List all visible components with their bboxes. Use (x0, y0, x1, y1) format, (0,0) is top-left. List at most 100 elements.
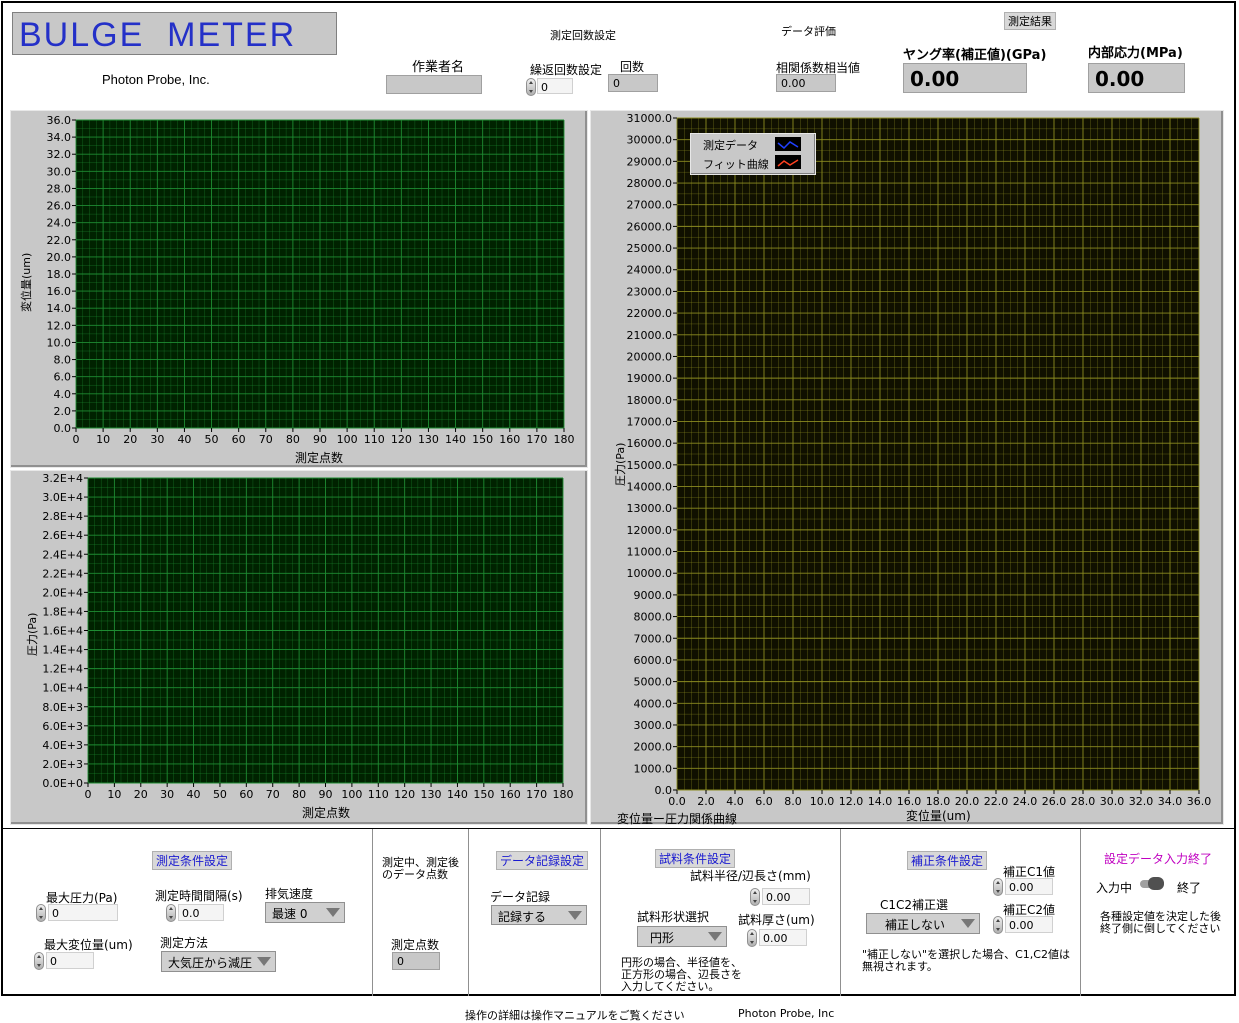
dropdown-arrow-icon (568, 911, 582, 920)
points-label: 測定点数 (391, 938, 440, 952)
relation-graph-legend: 測定データ フィット曲線 (690, 133, 816, 175)
y-tick-label: 13000.0 (627, 502, 673, 515)
max-disp-input[interactable]: 0 (46, 952, 94, 969)
y-tick-label: 1000.0 (634, 762, 673, 775)
y-tick-label: 31000.0 (627, 112, 673, 125)
correction-note: "補正しない"を選択した場合、C1,C2値は無視されます。 (862, 948, 1070, 973)
x-tick-label: 160 (499, 433, 520, 446)
dropdown-arrow-icon (257, 957, 271, 966)
separator (600, 829, 601, 996)
x-tick-label: 170 (526, 433, 547, 446)
data-record-label: データ記録 (490, 890, 551, 904)
y-tick-label: 14.0 (47, 302, 72, 315)
x-tick-label: 30.0 (1100, 795, 1125, 808)
max-pressure-spinner-icon[interactable] (36, 904, 46, 922)
y-tick-label: 2.2E+4 (42, 567, 83, 580)
y-tick-label: 10000.0 (627, 567, 673, 580)
shape-select[interactable]: 円形 (637, 926, 727, 947)
y-tick-label: 26000.0 (627, 220, 673, 233)
x-tick-label: 140 (445, 433, 466, 446)
x-tick-label: 24.0 (1013, 795, 1038, 808)
toggle-knob (1148, 877, 1164, 890)
x-tick-label: 36.0 (1187, 795, 1212, 808)
y-tick-label: 24000.0 (627, 264, 673, 277)
x-tick-label: 60 (232, 433, 246, 446)
interval-input[interactable]: 0.0 (178, 904, 224, 921)
repeat-section-label: 測定回数設定 (550, 29, 616, 42)
y-tick-label: 24.0 (47, 217, 72, 230)
data-record-title: データ記録設定 (496, 851, 589, 870)
c1-input[interactable]: 0.00 (1005, 878, 1053, 895)
x-tick-label: 120 (391, 433, 412, 446)
y-tick-label: 28000.0 (627, 177, 673, 190)
shape-label: 試料形状選択 (637, 910, 710, 924)
thickness-spinner-icon[interactable] (747, 929, 757, 947)
x-tick-label: 90 (313, 433, 327, 446)
interval-spinner-icon[interactable] (166, 904, 176, 922)
x-tick-label: 170 (526, 788, 547, 801)
x-tick-label: 180 (553, 788, 574, 801)
displacement-graph-ylabel: 変位量(um) (20, 252, 33, 312)
y-tick-label: 14000.0 (627, 481, 673, 494)
y-tick-label: 0.0 (54, 422, 72, 435)
y-tick-label: 3.2E+4 (42, 472, 83, 485)
repeat-spinner-icon[interactable] (526, 78, 536, 96)
x-tick-label: 0.0 (668, 795, 686, 808)
count-label: 回数 (620, 60, 645, 74)
finish-toggle-switch[interactable] (1138, 877, 1166, 891)
x-tick-label: 90 (319, 788, 333, 801)
c2-spinner-icon[interactable] (993, 916, 1003, 934)
x-tick-label: 10 (96, 433, 110, 446)
dropdown-arrow-icon (708, 932, 722, 941)
y-tick-label: 5000.0 (634, 676, 673, 689)
separator (468, 829, 469, 996)
x-tick-label: 28.0 (1071, 795, 1096, 808)
legend-measured-label: 測定データ (703, 139, 758, 152)
separator (1080, 829, 1081, 996)
y-tick-label: 1.4E+4 (42, 644, 83, 657)
y-tick-label: 25000.0 (627, 242, 673, 255)
x-tick-label: 0 (85, 788, 92, 801)
c2-input[interactable]: 0.00 (1005, 916, 1053, 933)
y-tick-label: 30000.0 (627, 134, 673, 147)
x-tick-label: 34.0 (1158, 795, 1183, 808)
interval-label: 測定時間間隔(s) (155, 889, 243, 903)
x-tick-label: 40 (177, 433, 191, 446)
radius-input[interactable]: 0.00 (762, 888, 810, 905)
thickness-input[interactable]: 0.00 (759, 929, 807, 946)
relation-graph-caption: 変位量ー圧力関係曲線 (617, 812, 738, 826)
x-tick-label: 60 (239, 788, 253, 801)
exhaust-select-value: 最速 0 (272, 907, 308, 921)
app-title: BULGE METER (19, 16, 297, 54)
radius-spinner-icon[interactable] (750, 888, 760, 906)
relation-graph-ylabel: 圧力(Pa) (614, 442, 627, 486)
separator (840, 829, 841, 996)
result-section-label: 測定結果 (1004, 12, 1056, 30)
repeat-setting-input[interactable]: 0 (537, 78, 573, 94)
measure-conditions-title: 測定条件設定 (152, 851, 233, 870)
legend-measured-swatch (775, 137, 801, 151)
y-tick-label: 16000.0 (627, 437, 673, 450)
operator-field[interactable] (386, 75, 482, 94)
max-pressure-input[interactable]: 0 (48, 904, 118, 921)
y-tick-label: 16.0 (47, 285, 72, 298)
max-disp-spinner-icon[interactable] (34, 952, 44, 970)
x-tick-label: 30 (160, 788, 174, 801)
y-tick-label: 2.0 (54, 405, 72, 418)
y-tick-label: 36.0 (47, 114, 72, 127)
y-tick-label: 8000.0 (634, 611, 673, 624)
legend-fit-label: フィット曲線 (703, 158, 769, 171)
company-name: Photon Probe, Inc. (102, 72, 210, 87)
points-value: 0 (392, 952, 440, 970)
y-tick-label: 2.4E+4 (42, 548, 83, 561)
finish-left-label: 入力中 (1096, 881, 1133, 895)
c1-spinner-icon[interactable] (993, 878, 1003, 896)
data-record-select[interactable]: 記録する (491, 905, 587, 925)
method-select[interactable]: 大気圧から減圧 (161, 951, 276, 972)
correction-select[interactable]: 補正しない (866, 913, 980, 934)
x-tick-label: 80 (292, 788, 306, 801)
y-tick-label: 28.0 (47, 182, 72, 195)
y-tick-label: 1.8E+4 (42, 605, 83, 618)
exhaust-select[interactable]: 最速 0 (265, 902, 345, 923)
pressure-graph-ylabel: 圧力(Pa) (26, 612, 39, 656)
